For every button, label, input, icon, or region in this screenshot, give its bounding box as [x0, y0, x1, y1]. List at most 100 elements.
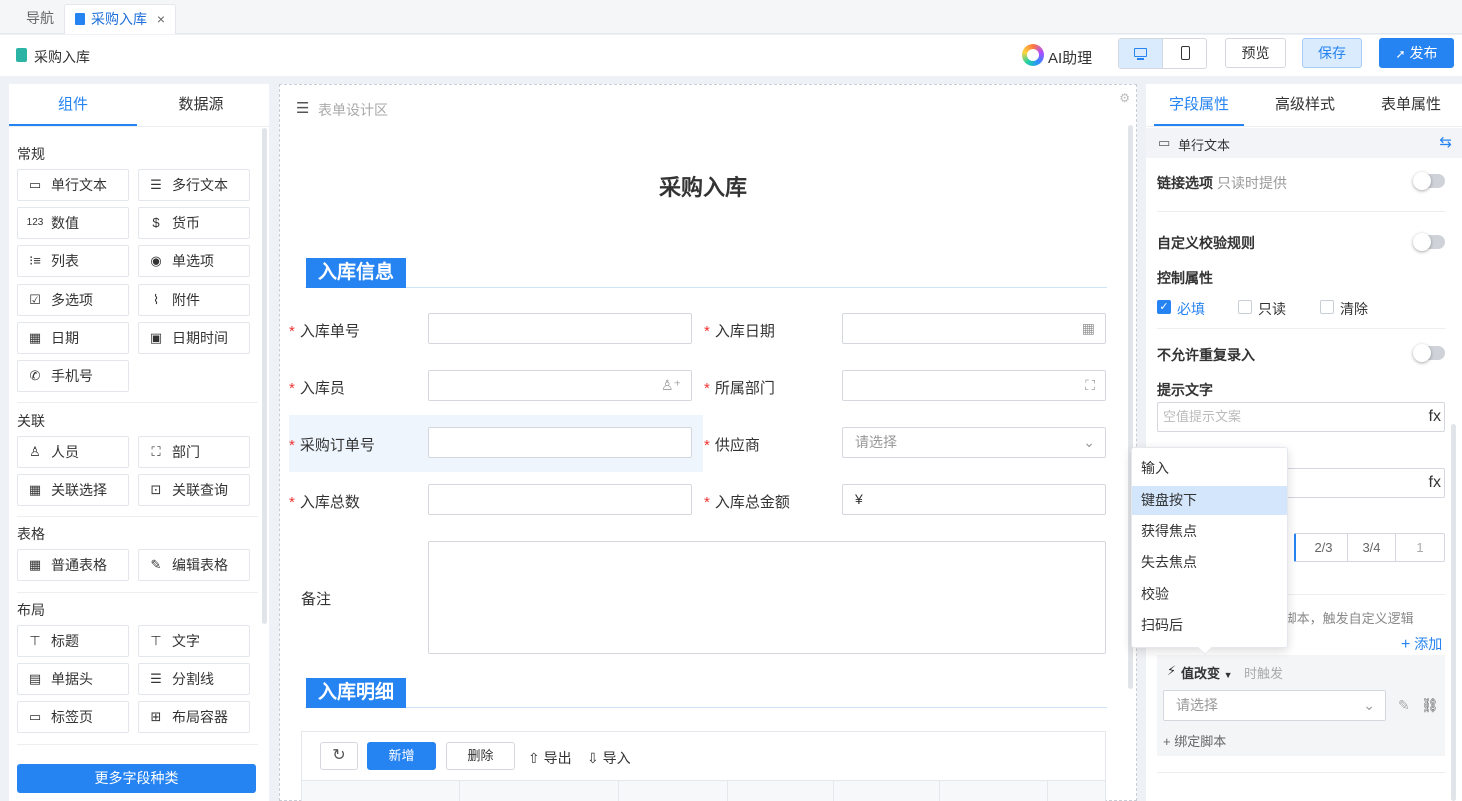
component-layout-container[interactable]: ⊞ 布局容器 — [138, 701, 250, 733]
add-person-icon: ♙⁺ — [661, 377, 681, 393]
component-divider[interactable]: ☰ 分割线 — [138, 663, 250, 695]
readonly-checkbox[interactable] — [1238, 300, 1252, 314]
textbox-icon: ▭ — [28, 177, 42, 192]
dropdown-item-blur[interactable]: 失去焦点 — [1132, 548, 1287, 577]
component-title[interactable]: ⊤ 标题 — [17, 625, 129, 657]
more-field-types-button[interactable]: 更多字段种类 — [17, 764, 256, 793]
dropdown-item-validate[interactable]: 校验 — [1132, 580, 1287, 609]
unlink-icon[interactable]: ⛓ — [1421, 697, 1439, 714]
operator-input[interactable]: ♙⁺ — [428, 370, 692, 401]
calendar-icon: ▦ — [1081, 320, 1095, 336]
ai-assistant-button[interactable]: AI助理 — [1048, 47, 1092, 68]
mobile-view-button[interactable] — [1164, 39, 1207, 68]
width-option-3-4[interactable]: 3/4 — [1348, 534, 1396, 561]
caret-down-icon: ▼ — [1223, 670, 1233, 680]
send-icon: ➚ — [1395, 47, 1406, 61]
component-relation-select[interactable]: ▦ 关联选择 — [17, 474, 129, 506]
width-option-2-3[interactable]: 2/3 — [1300, 534, 1348, 561]
supplier-select[interactable]: 请选择 ⌄ — [842, 427, 1106, 458]
remark-textarea[interactable] — [428, 541, 1106, 654]
component-multi-line-text[interactable]: ☰ 多行文本 — [138, 169, 250, 201]
total-qty-input[interactable] — [428, 484, 692, 515]
tab-form-properties[interactable]: 表单属性 — [1366, 84, 1456, 126]
component-tabs[interactable]: ▭ 标签页 — [17, 701, 129, 733]
link-option-toggle[interactable] — [1413, 172, 1445, 190]
formula-button[interactable]: fx — [1429, 403, 1441, 431]
component-single-line-text[interactable]: ▭ 单行文本 — [17, 169, 129, 201]
dropdown-item-focus[interactable]: 获得焦点 — [1132, 517, 1287, 546]
scrollbar[interactable] — [262, 128, 267, 624]
refresh-button[interactable]: ↻ — [320, 742, 358, 770]
tab-field-properties[interactable]: 字段属性 — [1154, 84, 1244, 126]
component-checkbox[interactable]: ☑ 多选项 — [17, 284, 129, 316]
component-number[interactable]: 123 数值 — [17, 207, 129, 239]
page-title: 采购入库 — [34, 49, 90, 65]
tab-purchase-receipt[interactable]: 采购入库 × — [64, 4, 176, 34]
desktop-view-button[interactable] — [1119, 39, 1163, 68]
component-currency[interactable]: $ 货币 — [138, 207, 250, 239]
save-button[interactable]: 保存 — [1302, 38, 1362, 68]
category-relation: 关联 — [17, 413, 45, 429]
receipt-no-input[interactable] — [428, 313, 692, 344]
component-edit-table[interactable]: ✎ 编辑表格 — [138, 549, 250, 581]
total-amount-input[interactable]: ¥ — [842, 484, 1106, 515]
delete-button[interactable]: 删除 — [446, 742, 515, 770]
component-datetime[interactable]: ▣ 日期时间 — [138, 322, 250, 354]
required-checkbox[interactable]: ✓ — [1157, 300, 1171, 314]
component-panel: 组件 数据源 常规 ▭ 单行文本 ☰ 多行文本 123 数值 $ 货币 ⁝≡ 列表 ◉ 单选… — [9, 84, 269, 801]
po-no-input[interactable] — [428, 427, 692, 458]
tab-advanced-style[interactable]: 高级样式 — [1260, 84, 1350, 126]
publish-button[interactable]: ➚ 发布 — [1379, 38, 1454, 68]
clear-label: 清除 — [1340, 301, 1368, 317]
component-phone[interactable]: ✆ 手机号 — [17, 360, 129, 392]
detail-table: ↻ 新增 删除 ⇧ 导出 ⇩ 导入 — [301, 731, 1106, 801]
dropdown-item-keydown[interactable]: 键盘按下 — [1132, 486, 1287, 515]
document-header-icon: ▤ — [28, 671, 42, 686]
field-label-total-qty: * 入库总数 — [289, 494, 360, 511]
hint-text-input[interactable]: 空值提示文案 fx — [1157, 402, 1445, 432]
field-label-department: * 所属部门 — [704, 380, 775, 397]
settings-corner-icon[interactable]: ⚙ — [1119, 91, 1130, 105]
component-attachment[interactable]: ⌇ 附件 — [138, 284, 250, 316]
tab-nav[interactable]: 导航 — [16, 4, 64, 34]
event-type-dropdown[interactable]: 值改变 ▼ — [1181, 663, 1233, 682]
custom-rule-toggle[interactable] — [1413, 233, 1445, 251]
receipt-date-input[interactable]: ▦ — [842, 313, 1106, 344]
component-text[interactable]: ⊤ 文字 — [138, 625, 250, 657]
clear-checkbox[interactable] — [1320, 300, 1334, 314]
default-value-input[interactable]: fx — [1286, 468, 1445, 498]
add-event-button[interactable]: + 添加 — [1401, 634, 1442, 654]
component-document-header[interactable]: ▤ 单据头 — [17, 663, 129, 695]
tab-components[interactable]: 组件 — [9, 84, 137, 126]
close-icon[interactable]: × — [157, 5, 165, 33]
edit-icon[interactable]: ✎ — [1398, 697, 1410, 714]
component-department[interactable]: ⛶ 部门 — [138, 436, 250, 468]
add-button[interactable]: 新增 — [367, 742, 436, 770]
dropdown-item-input[interactable]: 输入 — [1132, 454, 1287, 483]
component-basic-table[interactable]: ▦ 普通表格 — [17, 549, 129, 581]
export-button[interactable]: ⇧ 导出 — [528, 748, 572, 768]
custom-rule-label: 自定义校验规则 — [1157, 235, 1255, 251]
formula-button[interactable]: fx — [1429, 469, 1441, 497]
category-common: 常规 — [17, 146, 45, 162]
component-relation-query[interactable]: ⊡ 关联查询 — [138, 474, 250, 506]
paperclip-icon: ⌇ — [152, 292, 160, 307]
import-button[interactable]: ⇩ 导入 — [587, 748, 631, 768]
list-icon: ⁝≡ — [29, 253, 41, 268]
switch-type-icon[interactable]: ⇆ — [1439, 133, 1452, 151]
script-select[interactable]: 请选择 ⌄ — [1163, 690, 1386, 721]
refresh-icon: ↻ — [332, 747, 346, 764]
department-input[interactable]: ⛶ — [842, 370, 1106, 401]
bind-script-button[interactable]: + 绑定脚本 — [1163, 731, 1226, 750]
scrollbar[interactable] — [1451, 424, 1456, 801]
radio-icon: ◉ — [150, 253, 162, 268]
component-radio[interactable]: ◉ 单选项 — [138, 245, 250, 277]
width-option-1[interactable]: 1 — [1396, 534, 1444, 561]
tab-datasource[interactable]: 数据源 — [137, 84, 265, 126]
preview-button[interactable]: 预览 — [1225, 38, 1286, 68]
component-person[interactable]: ♙ 人员 — [17, 436, 129, 468]
component-list[interactable]: ⁝≡ 列表 — [17, 245, 129, 277]
no-duplicate-toggle[interactable] — [1413, 344, 1445, 362]
dropdown-item-after-scan[interactable]: 扫码后 — [1132, 611, 1287, 640]
component-date[interactable]: ▦ 日期 — [17, 322, 129, 354]
